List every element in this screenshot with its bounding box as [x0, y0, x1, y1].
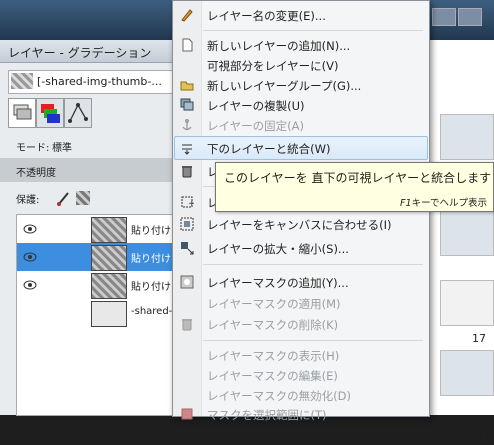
menu-item-label: レイヤーマスクの編集(E) — [207, 369, 338, 383]
channels-icon — [41, 104, 60, 123]
help-text: キーでヘルプ表示 — [411, 198, 487, 209]
help-key: F1 — [400, 198, 412, 209]
menu-item-mask-to-selection[interactable]: マスクを選択範囲に(T) — [175, 403, 427, 425]
tab-paths[interactable] — [64, 98, 92, 128]
menu-item-layer-to-image-size[interactable]: レイヤーをキャンバスに合わせる(I) — [175, 213, 427, 235]
paths-icon — [68, 103, 88, 123]
menu-item-label: レイヤーをキャンバスに合わせる(I) — [207, 218, 392, 232]
mode-label: モード: — [16, 143, 50, 154]
menu-item-label: 下のレイヤーと統合(W) — [207, 142, 331, 156]
menu-item-label: 新しいレイヤーの追加(N)... — [207, 39, 351, 53]
menu-separator — [203, 340, 423, 341]
menu-item-label: レイヤー名の変更(E)... — [207, 9, 326, 23]
resize-layer-icon: + — [179, 194, 195, 210]
lock-label: 保護: — [16, 195, 40, 206]
menu-item-label: レイヤーマスクの削除(K) — [207, 318, 339, 332]
menu-item-label: レイヤーの複製(U) — [207, 99, 305, 113]
menu-item-apply-layer-mask[interactable]: レイヤーマスクの適用(M) — [175, 292, 427, 314]
menu-item-scale-layer[interactable]: レイヤーの拡大・縮小(S)... — [175, 237, 427, 259]
lock-paint-icon[interactable] — [56, 190, 72, 206]
thumbnail-label: 1 — [480, 432, 487, 445]
add-mask-icon — [179, 274, 195, 290]
dock-titlebar: レイヤー - グラデーション — [0, 40, 180, 63]
merge-down-icon — [179, 140, 195, 156]
tab-layers[interactable] — [8, 98, 36, 128]
delete-mask-icon — [179, 316, 195, 332]
eye-icon[interactable] — [23, 278, 37, 292]
layer-thumbnail — [91, 301, 127, 327]
menu-item-label: マスクを選択範囲に(T) — [207, 408, 327, 422]
menu-item-duplicate-layer[interactable]: レイヤーの複製(U) — [175, 94, 427, 116]
eye-icon[interactable] — [23, 222, 37, 236]
tooltip-help-hint: F1キーでヘルプ表示 — [400, 195, 487, 209]
mode-row: モード: 標準 — [0, 134, 180, 158]
layer-thumbnail — [91, 217, 127, 243]
layers-icon — [13, 104, 32, 120]
menu-item-label: 可視部分をレイヤーに(V) — [207, 59, 339, 73]
merge-down-tooltip: このレイヤーを 直下の可視レイヤーと統合します F1キーでヘルプ表示 — [215, 162, 494, 212]
mask-to-selection-icon — [179, 406, 195, 422]
tab-channels[interactable] — [36, 98, 64, 128]
layer-thumbnail — [91, 273, 127, 299]
menu-item-anchor-layer[interactable]: レイヤーの固定(A) — [175, 114, 427, 136]
layer-row[interactable]: -shared-... — [17, 299, 182, 327]
layers-dock: レイヤー - グラデーション [-shared-img-thumb-... モー… — [0, 40, 182, 416]
menu-item-show-layer-mask[interactable]: レイヤーマスクの表示(H) — [175, 344, 427, 366]
thumbnail-label: 17 — [472, 332, 486, 345]
fit-canvas-icon — [179, 216, 195, 232]
menu-item-label: レイヤーマスクの追加(Y)... — [207, 276, 349, 290]
anchor-icon — [179, 117, 195, 133]
menu-item-edit-layer-mask[interactable]: レイヤーマスクの編集(E) — [175, 364, 427, 386]
minimize-button[interactable] — [432, 8, 456, 26]
menu-item-rename-layer[interactable]: レイヤー名の変更(E)... — [175, 4, 427, 26]
image-thumbnails-pane: 17 1 — [428, 40, 494, 445]
menu-item-merge-down[interactable]: 下のレイヤーと統合(W) — [174, 136, 428, 160]
trash-icon — [179, 163, 195, 179]
layer-row-selected[interactable]: 貼り付け... — [17, 243, 181, 271]
menu-item-label: レイヤーマスクの適用(M) — [207, 297, 341, 311]
image-thumbnail[interactable] — [440, 210, 494, 256]
menu-separator — [203, 30, 423, 31]
opacity-label: 不透明度 — [16, 168, 56, 179]
svg-text:+: + — [188, 199, 194, 209]
layer-row[interactable]: 貼り付け... — [17, 215, 181, 243]
menu-item-label: レイヤーマスクの表示(H) — [207, 349, 340, 363]
menu-item-new-from-visible[interactable]: 可視部分をレイヤーに(V) — [175, 54, 427, 76]
dock-title: レイヤー - グラデーション — [8, 46, 152, 60]
tooltip-text: このレイヤーを 直下の可視レイヤーと統合します — [224, 171, 492, 185]
menu-item-label: レイヤーの固定(A) — [207, 119, 304, 133]
menu-item-label: 新しいレイヤーグループ(G)... — [207, 79, 362, 93]
maximize-button[interactable] — [458, 8, 482, 26]
image-selector[interactable]: [-shared-img-thumb-... — [8, 70, 180, 94]
folder-icon — [179, 77, 195, 93]
lock-row: 保護: — [0, 188, 180, 208]
layer-thumbnail — [91, 245, 127, 271]
lock-alpha-icon[interactable] — [76, 191, 90, 205]
eye-icon[interactable] — [23, 250, 37, 264]
image-thumbnail[interactable] — [440, 280, 494, 326]
image-selector-label: [-shared-img-thumb-... — [37, 75, 162, 88]
menu-item-new-layer-group[interactable]: 新しいレイヤーグループ(G)... — [175, 74, 427, 96]
image-thumbnail[interactable] — [440, 114, 494, 160]
layer-row[interactable]: 貼り付け... — [17, 271, 181, 299]
pencil-icon — [179, 7, 195, 23]
menu-item-new-layer[interactable]: 新しいレイヤーの追加(N)... — [175, 34, 427, 56]
new-page-icon — [179, 37, 195, 53]
menu-item-label: レイヤーの拡大・縮小(S)... — [207, 242, 349, 256]
layers-list: 貼り付け... 貼り付け... 貼り付け... -shared-... — [16, 214, 182, 416]
menu-separator — [203, 264, 423, 265]
image-thumbnail[interactable] — [440, 350, 494, 396]
image-thumbnail — [11, 73, 33, 89]
menu-item-delete-layer-mask[interactable]: レイヤーマスクの削除(K) — [175, 313, 427, 335]
menu-item-label: レイヤーマスクの無効化(D) — [207, 389, 351, 403]
menu-item-add-layer-mask[interactable]: レイヤーマスクの追加(Y)... — [175, 271, 427, 293]
mode-value[interactable]: 標準 — [52, 139, 72, 154]
opacity-row[interactable]: 不透明度 — [0, 158, 180, 182]
scale-icon — [179, 240, 195, 256]
duplicate-icon — [179, 97, 195, 113]
